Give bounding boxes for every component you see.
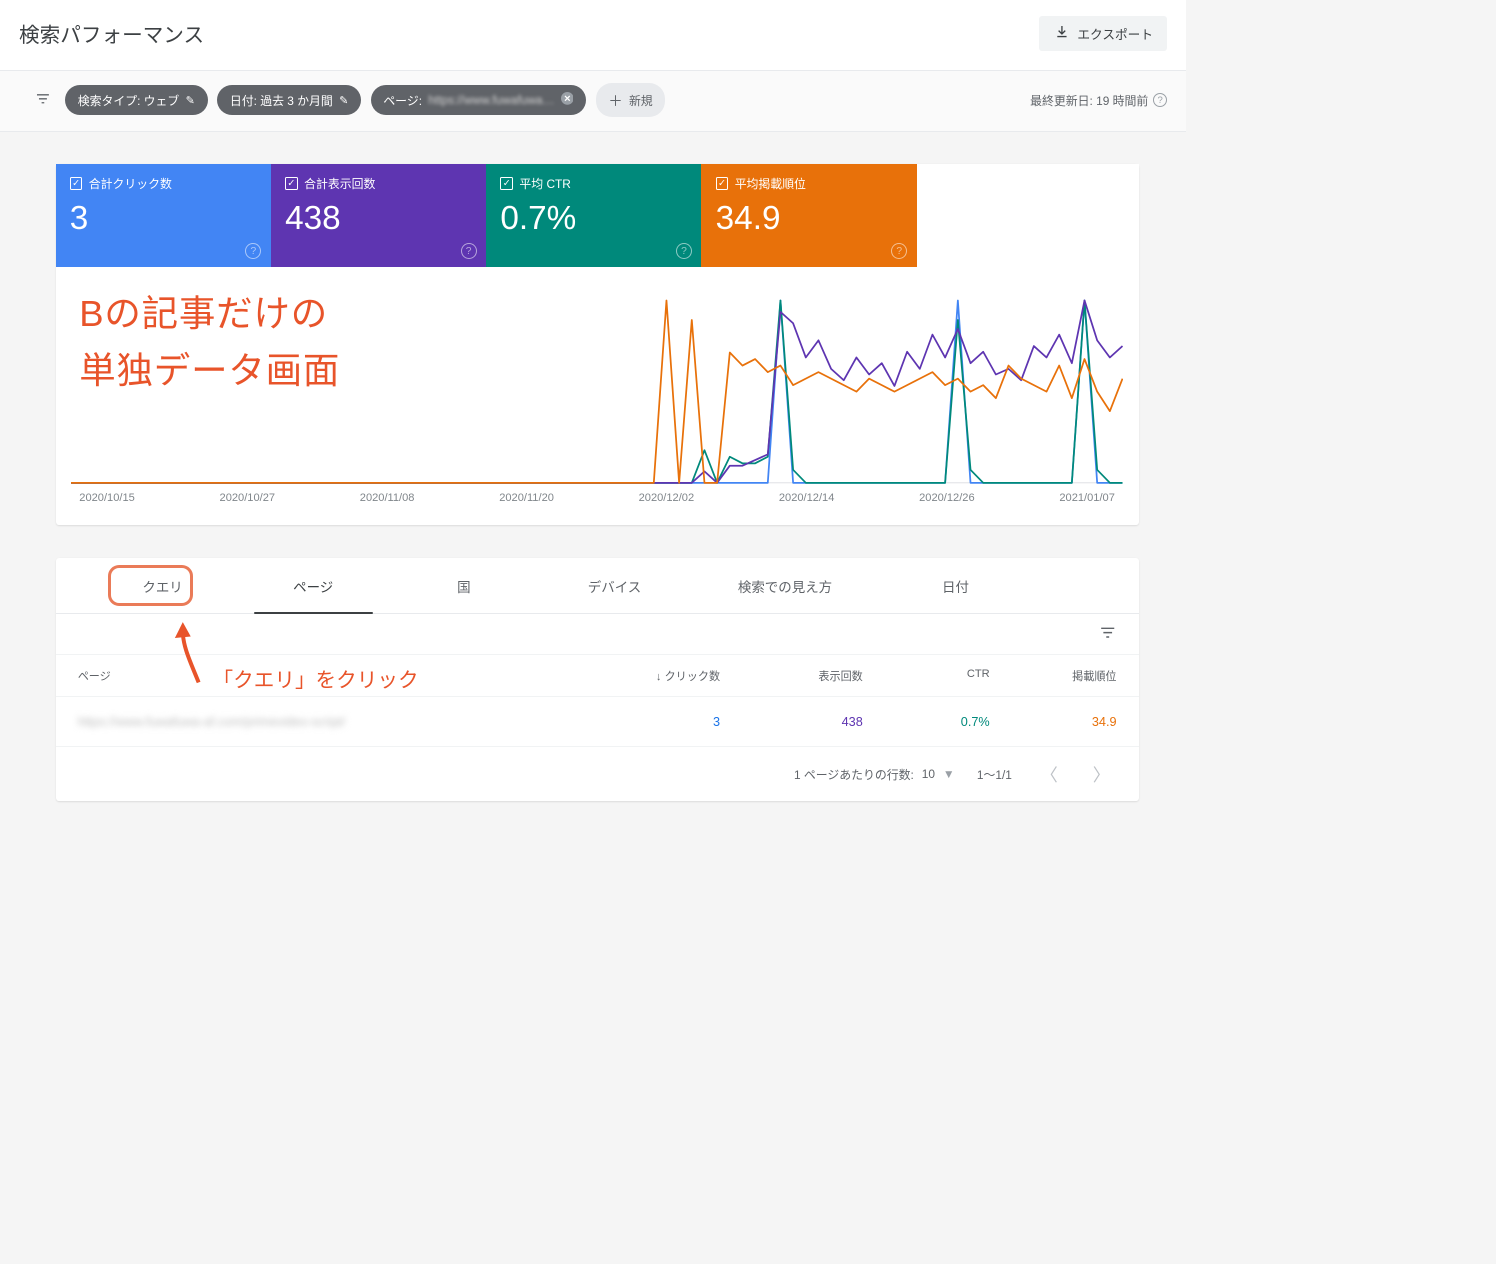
cell-clicks: 3 (577, 715, 720, 729)
help-icon[interactable]: ? (245, 243, 261, 259)
x-tick: 2020/10/27 (220, 492, 276, 504)
chevron-down-icon: ▼ (943, 767, 955, 781)
close-icon[interactable] (561, 92, 574, 108)
cell-url: https://www.fuwafuwa-af.com/primevideo-s… (78, 715, 578, 729)
rows-per-page[interactable]: 1 ページあたりの行数: 10 ▼ (794, 766, 955, 783)
chart-area: Bの記事だけの 単独データ画面 2020/10/152020/10/272020… (56, 267, 1139, 525)
metric-value: 3 (70, 200, 257, 238)
metric-label: 合計クリック数 (89, 175, 172, 192)
filter-bar: 検索タイプ: ウェブ ✎ 日付: 過去 3 か月間 ✎ ページ: https:/… (0, 71, 1186, 133)
col-header-impressions[interactable]: 表示回数 (720, 668, 863, 684)
metric-label: 平均掲載順位 (735, 175, 806, 192)
chip-search-type[interactable]: 検索タイプ: ウェブ ✎ (65, 85, 208, 115)
page-title: 検索パフォーマンス (19, 18, 204, 48)
help-icon[interactable]: ? (891, 243, 907, 259)
filter-icon[interactable] (35, 91, 51, 109)
metrics-row: 合計クリック数 3 ? 合計表示回数 438 ? 平均 CTR 0.7% ? 平… (56, 164, 1139, 267)
x-tick: 2020/11/20 (499, 492, 554, 504)
cell-ctr: 0.7% (863, 715, 990, 729)
chip-page[interactable]: ページ: https://www.fuwafuwa… (371, 85, 587, 115)
x-tick: 2021/01/07 (1059, 492, 1115, 504)
metric-impressions[interactable]: 合計表示回数 438 ? (271, 164, 486, 267)
checkbox-icon (285, 177, 298, 190)
help-icon[interactable]: ? (461, 243, 477, 259)
x-axis-labels: 2020/10/15 2020/10/27 2020/11/08 2020/11/20… (71, 489, 1123, 517)
tab-appearance[interactable]: 検索での見え方 (690, 558, 880, 613)
x-tick: 2020/12/14 (779, 492, 835, 504)
chip-new[interactable]: ＋ 新規 (596, 83, 666, 117)
col-header-position[interactable]: 掲載順位 (990, 668, 1117, 684)
x-tick: 2020/10/15 (79, 492, 135, 504)
sort-desc-icon: ↓ (656, 671, 662, 683)
col-header-ctr[interactable]: CTR (863, 668, 990, 684)
export-button[interactable]: エクスポート (1039, 16, 1167, 51)
pencil-icon: ✎ (186, 94, 195, 107)
checkbox-icon (70, 177, 83, 190)
tab-date[interactable]: 日付 (880, 558, 1031, 613)
metric-label: 合計表示回数 (304, 175, 375, 192)
x-tick: 2020/12/26 (919, 492, 975, 504)
tabs: 「クエリ」をクリック クエリページ国デバイス検索での見え方日付 (56, 558, 1139, 614)
plus-icon: ＋ (608, 90, 622, 111)
col-header-clicks[interactable]: ↓クリック数 (577, 668, 720, 684)
next-page-button[interactable]: 〉 (1086, 762, 1116, 787)
checkbox-icon (716, 177, 729, 190)
export-label: エクスポート (1077, 24, 1153, 43)
header: 検索パフォーマンス エクスポート (0, 0, 1186, 71)
metric-clicks[interactable]: 合計クリック数 3 ? (56, 164, 271, 267)
annotation-arrow: 「クエリ」をクリック (159, 619, 419, 693)
metric-value: 438 (285, 200, 472, 238)
tab-country[interactable]: 国 (389, 558, 540, 613)
tab-page[interactable]: ページ (238, 558, 389, 613)
metric-position[interactable]: 平均掲載順位 34.9 ? (701, 164, 916, 267)
breakdown-card: 「クエリ」をクリック クエリページ国デバイス検索での見え方日付 ページ ↓クリッ… (56, 558, 1139, 801)
annotation-text: Bの記事だけの 単独データ画面 (79, 286, 340, 399)
download-icon (1054, 24, 1070, 43)
x-tick: 2020/12/02 (639, 492, 695, 504)
last-updated: 最終更新日: 19 時間前 ? (1030, 92, 1167, 109)
help-icon[interactable]: ? (676, 243, 692, 259)
checkbox-icon (500, 177, 513, 190)
chip-url: https://www.fuwafuwa… (428, 93, 554, 107)
tab-device[interactable]: デバイス (539, 558, 690, 613)
performance-card: 合計クリック数 3 ? 合計表示回数 438 ? 平均 CTR 0.7% ? 平… (56, 164, 1139, 525)
rows-label: 1 ページあたりの行数: (794, 766, 914, 783)
pagination: 1 ページあたりの行数: 10 ▼ 1～1/1 〈 〉 (56, 747, 1139, 801)
chip-label: 日付: 過去 3 か月間 (230, 92, 333, 109)
x-tick: 2020/11/08 (360, 492, 415, 504)
filter-icon[interactable] (1099, 624, 1116, 645)
page-range: 1～1/1 (977, 766, 1012, 783)
help-icon[interactable]: ? (1153, 93, 1167, 107)
pencil-icon: ✎ (339, 94, 348, 107)
metric-label: 平均 CTR (519, 175, 570, 192)
chip-date[interactable]: 日付: 過去 3 か月間 ✎ (217, 85, 361, 115)
rows-value: 10 (922, 767, 935, 781)
chip-label: ページ: (383, 92, 422, 109)
metric-value: 0.7% (500, 200, 687, 238)
table-row[interactable]: https://www.fuwafuwa-af.com/primevideo-s… (56, 697, 1139, 747)
chip-label: 検索タイプ: ウェブ (78, 92, 180, 109)
prev-page-button[interactable]: 〈 (1034, 762, 1064, 787)
chip-label: 新規 (629, 92, 653, 109)
metric-ctr[interactable]: 平均 CTR 0.7% ? (486, 164, 701, 267)
cell-position: 34.9 (990, 715, 1117, 729)
tab-query[interactable]: クエリ (87, 558, 238, 613)
cell-impressions: 438 (720, 715, 863, 729)
metric-value: 34.9 (716, 200, 903, 238)
